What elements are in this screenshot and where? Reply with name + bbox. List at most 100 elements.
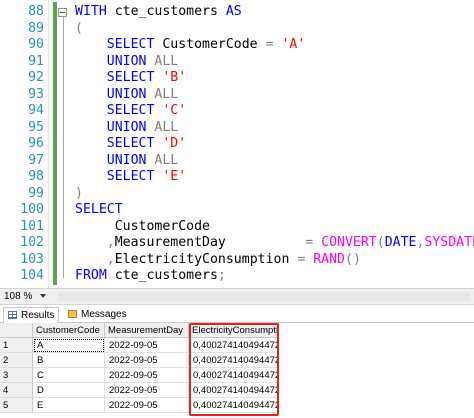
code-line[interactable]: 93 UNION ALL xyxy=(0,87,474,104)
code-token: , xyxy=(106,251,115,267)
line-number: 96 xyxy=(28,136,44,151)
code-token: RAND xyxy=(313,251,345,267)
code-text: SELECT 'B' xyxy=(75,70,186,87)
code-line[interactable]: 89 ( xyxy=(0,21,474,38)
code-token: AS xyxy=(225,4,242,19)
line-number: 104 xyxy=(20,268,44,283)
code-line[interactable]: 103 ,ElectricityConsumption = RAND() xyxy=(0,252,474,269)
line-number: 88 xyxy=(28,4,44,19)
code-text: SELECT 'C' xyxy=(75,103,186,120)
code-token: SELECT xyxy=(75,202,123,217)
code-token: ; xyxy=(217,268,226,283)
code-token: CustomerCode xyxy=(162,37,266,52)
code-text: ,MeasurementDay = CONVERT(DATE,SYSDATETI… xyxy=(75,235,474,252)
code-line[interactable]: 88 WITH cte_customers AS xyxy=(0,4,474,21)
line-number: 93 xyxy=(28,86,44,102)
table-cell[interactable]: 2022-09-05 xyxy=(105,383,189,398)
code-text: UNION ALL xyxy=(75,120,178,137)
table-cell[interactable]: E xyxy=(33,398,105,413)
code-token: SELECT xyxy=(106,103,163,118)
code-token: () xyxy=(345,251,361,267)
code-token: UNION xyxy=(106,53,155,69)
table-cell[interactable]: D xyxy=(33,383,105,398)
code-line[interactable]: 97 UNION ALL xyxy=(0,153,474,170)
grid-icon xyxy=(8,311,17,319)
code-token: cte_customers xyxy=(114,268,218,283)
code-token: SELECT xyxy=(106,136,163,151)
code-line[interactable]: 92 SELECT 'B' xyxy=(0,70,474,87)
code-line[interactable]: 95 UNION ALL xyxy=(0,120,474,137)
code-line[interactable]: 91 UNION ALL xyxy=(0,54,474,71)
row-number[interactable]: 2 xyxy=(0,353,33,368)
code-text: ,ElectricityConsumption = RAND() xyxy=(75,252,361,269)
line-number: 92 xyxy=(28,70,44,85)
code-token: UNION xyxy=(106,152,155,168)
row-number[interactable]: 3 xyxy=(0,368,33,383)
code-line[interactable]: 101 CustomerCode xyxy=(0,219,474,236)
code-line[interactable]: 98 SELECT 'E' xyxy=(0,169,474,186)
code-token: ALL xyxy=(154,86,179,102)
code-token: 'D' xyxy=(162,136,187,151)
code-text: UNION ALL xyxy=(75,153,178,170)
tab-messages-label: Messages xyxy=(81,309,127,320)
sql-editor[interactable]: 88 WITH cte_customers AS 89 (90 SELECT Cust… xyxy=(0,0,474,288)
code-line[interactable]: 90 SELECT CustomerCode = 'A' xyxy=(0,37,474,54)
code-token: ( xyxy=(376,235,385,250)
code-line[interactable]: 102 ,MeasurementDay = CONVERT(DATE,SYSDA… xyxy=(0,235,474,252)
code-token: UNION xyxy=(106,119,155,135)
code-token: , xyxy=(106,235,115,250)
row-header-corner[interactable] xyxy=(0,323,33,338)
code-token: SELECT xyxy=(106,37,163,52)
table-cell[interactable]: B xyxy=(33,353,105,368)
code-text: UNION ALL xyxy=(75,87,178,104)
line-number: 91 xyxy=(28,53,44,69)
row-number[interactable]: 5 xyxy=(0,398,33,413)
code-line[interactable]: 104 FROM cte_customers; xyxy=(0,268,474,285)
code-token: SELECT xyxy=(106,169,163,184)
row-number[interactable]: 1 xyxy=(0,338,33,353)
line-number: 90 xyxy=(28,37,44,52)
code-token: FROM xyxy=(75,268,115,283)
table-cell[interactable]: C xyxy=(33,368,105,383)
code-token: SELECT xyxy=(106,70,163,85)
code-line[interactable]: 96 SELECT 'D' xyxy=(0,136,474,153)
column-header[interactable]: CustomerCode xyxy=(33,323,105,338)
code-token: DATE xyxy=(384,235,417,250)
tab-results[interactable]: Results xyxy=(3,307,60,323)
table-cell[interactable]: 2022-09-05 xyxy=(105,398,189,413)
results-grid[interactable]: CustomerCode MeasurementDay ElectricityC… xyxy=(0,323,474,418)
code-line[interactable]: 100 SELECT xyxy=(0,202,474,219)
column-header[interactable]: MeasurementDay xyxy=(105,323,189,338)
code-token: WITH xyxy=(75,4,115,19)
table-cell[interactable]: 2022-09-05 xyxy=(105,338,189,353)
horizontal-scrollbar[interactable] xyxy=(58,292,470,301)
code-token: 'E' xyxy=(162,169,187,184)
tab-messages[interactable]: Messages xyxy=(68,307,127,322)
code-token: 'B' xyxy=(162,70,187,85)
code-text: UNION ALL xyxy=(75,54,178,71)
code-token: = xyxy=(265,37,282,52)
code-text: SELECT xyxy=(75,202,123,219)
zoom-level[interactable]: 108 % xyxy=(4,290,32,304)
results-tab-strip: Results Messages xyxy=(0,305,474,323)
code-text: SELECT 'D' xyxy=(75,136,186,153)
row-number[interactable]: 4 xyxy=(0,383,33,398)
line-number: 101 xyxy=(20,218,44,234)
zoom-dropdown-icon[interactable] xyxy=(40,294,46,298)
editor-status-bar: 108 % xyxy=(0,288,474,305)
code-line[interactable]: 99) xyxy=(0,186,474,203)
code-token: MeasurementDay xyxy=(114,235,306,250)
table-cell[interactable]: 2022-09-05 xyxy=(105,368,189,383)
table-cell[interactable]: 2022-09-05 xyxy=(105,353,189,368)
code-token: CustomerCode xyxy=(75,218,210,234)
table-cell[interactable]: A xyxy=(33,338,105,353)
code-line[interactable]: 94 SELECT 'C' xyxy=(0,103,474,120)
code-token: cte_customers xyxy=(114,4,226,19)
